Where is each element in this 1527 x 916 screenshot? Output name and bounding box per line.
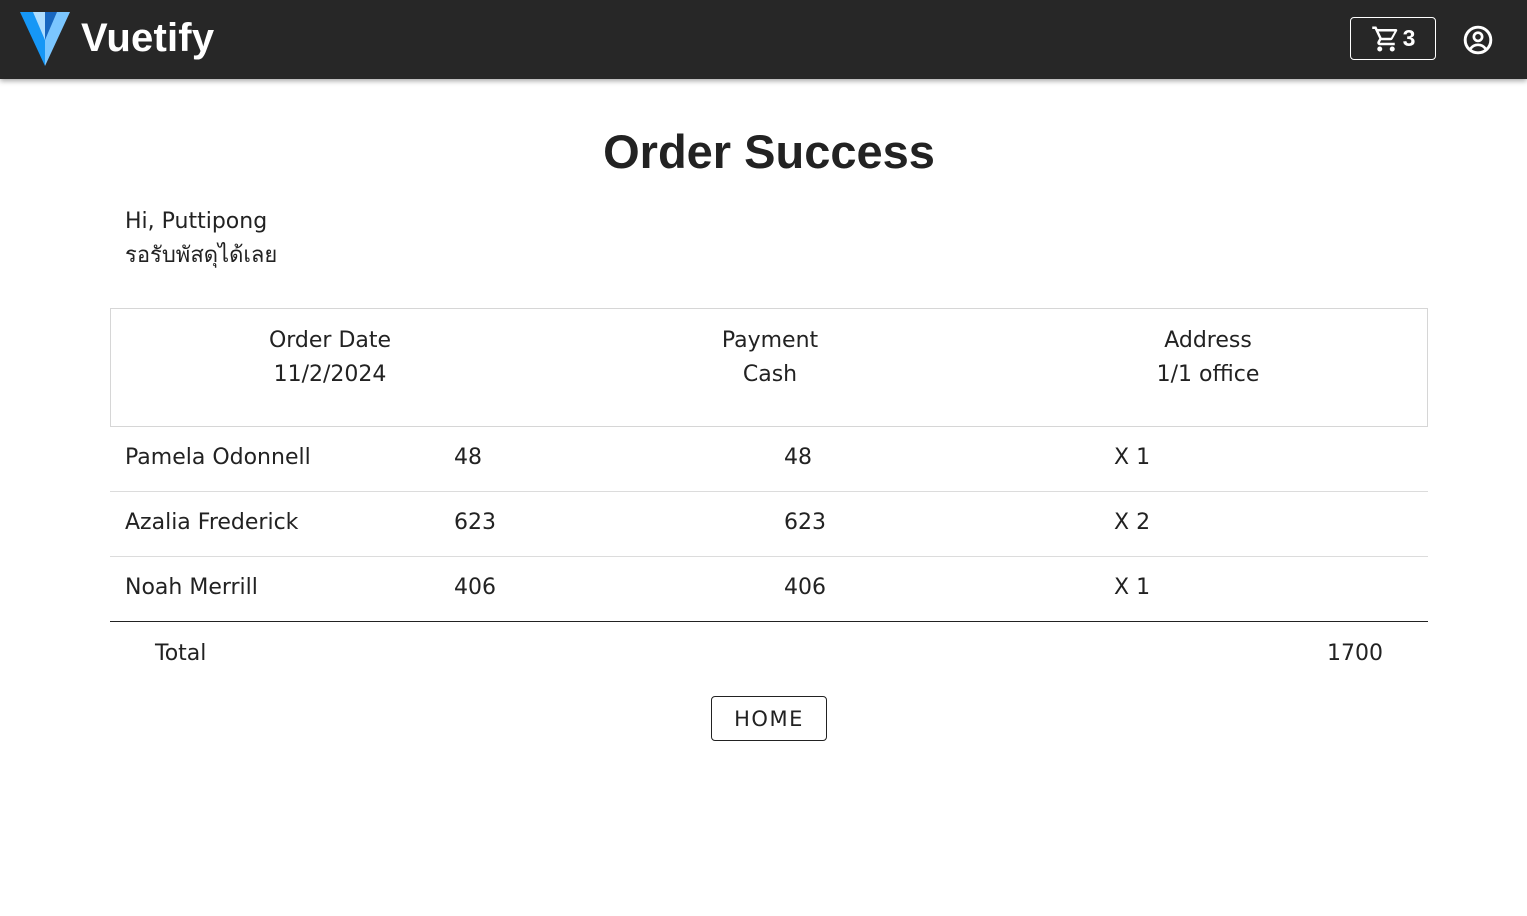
cart-count-badge: 3 <box>1402 25 1416 51</box>
account-button[interactable] <box>1460 22 1496 58</box>
order-date-column: Order Date 11/2/2024 <box>111 309 551 426</box>
address-label: Address <box>1164 328 1252 353</box>
table-row: Azalia Frederick 623 623 X 2 <box>110 492 1428 557</box>
item-price: 406 <box>454 575 496 600</box>
account-circle-icon <box>1463 25 1493 55</box>
item-quantity: X 1 <box>1114 445 1151 470</box>
item-quantity: X 1 <box>1114 575 1151 600</box>
total-row: Total 1700 <box>110 623 1428 685</box>
item-subtotal: 406 <box>784 575 826 600</box>
order-date-value: 11/2/2024 <box>273 362 387 387</box>
cart-button[interactable]: 3 <box>1350 17 1436 60</box>
vuetify-logo-icon[interactable] <box>18 10 72 68</box>
item-price: 623 <box>454 510 496 535</box>
item-name: Pamela Odonnell <box>125 445 311 470</box>
item-quantity: X 2 <box>1114 510 1151 535</box>
page-title: Order Success <box>603 125 935 178</box>
order-date-label: Order Date <box>268 328 392 353</box>
brand-title[interactable]: Vuetify <box>81 14 214 62</box>
greeting-block: Hi, Puttipong รอรับพัสดุได้เลย <box>125 205 277 273</box>
order-items-list: Pamela Odonnell 48 48 X 1 Azalia Frederi… <box>110 427 1428 622</box>
payment-column: Payment Cash <box>551 309 989 426</box>
home-button[interactable]: HOME <box>711 696 827 741</box>
total-label: Total <box>155 641 207 666</box>
address-column: Address 1/1 office <box>989 309 1427 426</box>
item-name: Noah Merrill <box>125 575 258 600</box>
item-subtotal: 48 <box>784 445 812 470</box>
item-price: 48 <box>454 445 482 470</box>
total-value: 1700 <box>1327 641 1383 666</box>
order-info-box: Order Date 11/2/2024 Payment Cash Addres… <box>110 308 1428 427</box>
status-message: รอรับพัสดุได้เลย <box>125 243 278 268</box>
app-bar: Vuetify 3 <box>0 0 1527 79</box>
table-row: Noah Merrill 406 406 X 1 <box>110 557 1428 622</box>
payment-label: Payment <box>721 328 819 353</box>
table-row: Pamela Odonnell 48 48 X 1 <box>110 427 1428 492</box>
cart-icon <box>1371 26 1397 51</box>
payment-value: Cash <box>742 362 798 387</box>
item-name: Azalia Frederick <box>125 510 299 535</box>
greeting-text: Hi, Puttipong <box>125 209 268 234</box>
item-subtotal: 623 <box>784 510 826 535</box>
address-value: 1/1 office <box>1156 362 1260 387</box>
